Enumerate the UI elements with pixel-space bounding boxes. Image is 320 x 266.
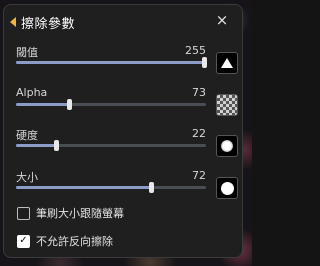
threshold-value: 255 bbox=[185, 44, 206, 57]
no-reverse-erase-option[interactable]: ✓ 不允許反向擦除 bbox=[17, 233, 113, 249]
threshold-slider[interactable] bbox=[16, 57, 207, 68]
hardness-slider-row: 硬度 22 bbox=[16, 127, 206, 153]
hardness-slider[interactable] bbox=[16, 140, 206, 151]
collapse-caret-icon[interactable] bbox=[10, 17, 16, 27]
hardness-label: 硬度 bbox=[16, 129, 38, 142]
threshold-slider-row: 閾值 255 bbox=[16, 44, 207, 70]
threshold-swatch[interactable] bbox=[216, 52, 238, 74]
triangle-shape-icon bbox=[221, 58, 233, 68]
size-slider-row: 大小 72 bbox=[16, 169, 206, 195]
soft-brush-icon bbox=[221, 140, 233, 152]
brush-follows-screen-label: 筆刷大小跟隨螢幕 bbox=[36, 207, 124, 220]
close-icon[interactable]: × bbox=[214, 12, 230, 28]
threshold-label: 閾值 bbox=[16, 46, 38, 59]
size-slider-handle[interactable] bbox=[148, 182, 154, 193]
threshold-slider-fill bbox=[16, 61, 206, 64]
checkmark-icon: ✓ bbox=[19, 235, 28, 246]
panel-title: 擦除參數 bbox=[21, 16, 76, 32]
size-swatch[interactable] bbox=[216, 177, 238, 199]
size-slider-fill bbox=[16, 186, 153, 189]
hardness-value: 22 bbox=[192, 127, 206, 140]
alpha-label: Alpha bbox=[16, 86, 48, 99]
brush-follows-screen-option[interactable]: 筆刷大小跟隨螢幕 bbox=[17, 205, 124, 221]
hard-brush-icon bbox=[220, 181, 234, 195]
transparency-checker-icon[interactable] bbox=[216, 94, 238, 116]
alpha-slider-fill bbox=[16, 103, 72, 106]
brush-follows-screen-checkbox[interactable] bbox=[17, 206, 30, 220]
hardness-slider-fill bbox=[16, 144, 58, 147]
hardness-slider-handle[interactable] bbox=[53, 140, 59, 151]
panel-header[interactable]: 擦除參數 bbox=[10, 13, 76, 32]
size-value: 72 bbox=[192, 169, 206, 182]
size-slider[interactable] bbox=[16, 182, 206, 193]
alpha-slider[interactable] bbox=[16, 99, 206, 110]
alpha-slider-handle[interactable] bbox=[67, 99, 73, 110]
erase-parameters-panel: 擦除參數 × 閾值 255 Alpha 73 硬度 22 大小 72 筆刷大小跟… bbox=[3, 4, 243, 258]
alpha-value: 73 bbox=[192, 86, 206, 99]
no-reverse-erase-label: 不允許反向擦除 bbox=[36, 235, 113, 248]
no-reverse-erase-checkbox[interactable]: ✓ bbox=[17, 234, 30, 248]
alpha-slider-row: Alpha 73 bbox=[16, 86, 206, 112]
hardness-swatch[interactable] bbox=[216, 135, 238, 157]
size-label: 大小 bbox=[16, 171, 38, 184]
threshold-slider-handle[interactable] bbox=[202, 57, 207, 68]
